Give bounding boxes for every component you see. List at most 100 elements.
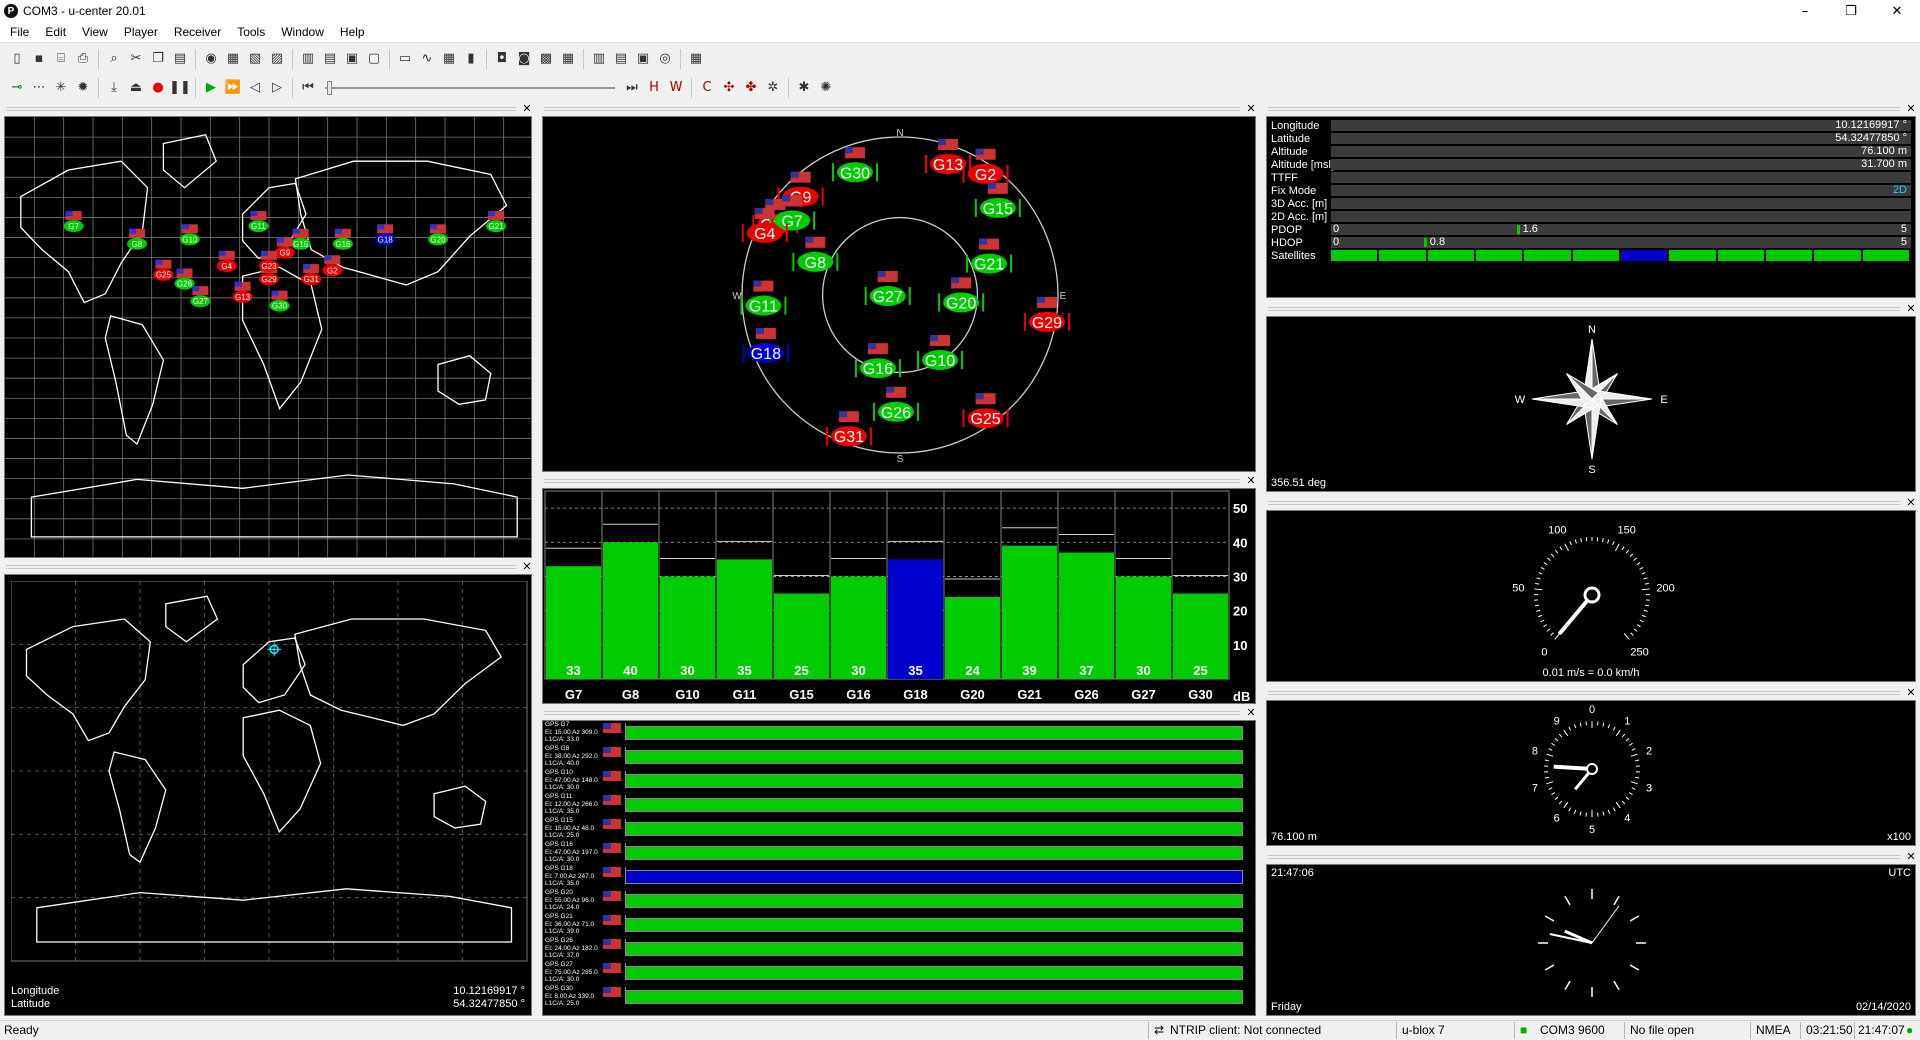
camera-icon[interactable]: ◘	[491, 48, 513, 70]
data-label: Fix Mode	[1271, 184, 1317, 197]
maximize-button[interactable]: ❐	[1828, 0, 1874, 22]
step-back-icon[interactable]: ⏮	[297, 77, 319, 99]
landmass-7	[36, 888, 513, 943]
sky-sat-G10: G10	[917, 335, 964, 371]
doc2-icon[interactable]: ▧	[244, 48, 266, 70]
close-icon[interactable]: ✕	[1904, 851, 1918, 862]
close-icon[interactable]: ✕	[520, 561, 534, 572]
sky-view[interactable]: NESWG30G13G2G9G23G7G4G15G8G21G27G20G11G2…	[542, 116, 1256, 472]
layout3-icon[interactable]: ▣	[341, 48, 363, 70]
menu-edit[interactable]: Edit	[37, 25, 74, 39]
chart-icon[interactable]: ▭	[394, 48, 416, 70]
msg5-icon[interactable]: ▤	[610, 48, 632, 70]
flag-icon	[603, 867, 621, 877]
speed-tick	[1639, 566, 1644, 570]
layout2-icon[interactable]: ▤	[319, 48, 341, 70]
msg3-icon[interactable]: ▦	[557, 48, 579, 70]
rec-icon[interactable]: ●	[147, 77, 169, 99]
msg4-icon[interactable]: ▥	[588, 48, 610, 70]
back-icon[interactable]: ◁	[244, 77, 266, 99]
speed-tick	[1641, 572, 1646, 575]
autobaud-icon[interactable]: ✳	[50, 77, 72, 99]
world-map-view[interactable]: G7 G8 G10 G11 G15 G16 G18 G20 G21 G26 G27 G29 G30 G31…	[4, 116, 532, 558]
msg1-icon[interactable]: ◙	[513, 48, 535, 70]
open-icon[interactable]: ⌸	[50, 48, 72, 70]
h-icon[interactable]: H	[643, 77, 665, 99]
landmass-2	[165, 595, 219, 643]
c-icon[interactable]: C	[696, 77, 718, 99]
world-map-view[interactable]: Longitude 10.12169917 ° Latitude 54.3247…	[4, 574, 532, 1016]
playback-slider[interactable]	[325, 78, 615, 98]
speed-tick	[1546, 557, 1551, 561]
close-window-button[interactable]: ✕	[1874, 0, 1920, 22]
cfg1-icon[interactable]: ✲	[762, 77, 784, 99]
close-icon[interactable]: ✕	[1244, 707, 1258, 718]
new-icon[interactable]: ▯	[6, 48, 28, 70]
doc3-icon[interactable]: ▨	[266, 48, 288, 70]
speed-tick	[1559, 546, 1563, 551]
close-icon[interactable]: ✕	[1904, 687, 1918, 698]
menu-help[interactable]: Help	[332, 25, 373, 39]
layout1-icon[interactable]: ▥	[297, 48, 319, 70]
copy-icon[interactable]: ❐	[147, 48, 169, 70]
pause-icon[interactable]: ❚❚	[169, 77, 191, 99]
cfg3-icon[interactable]: ✺	[815, 77, 837, 99]
settings-icon[interactable]: ✹	[72, 77, 94, 99]
alt-tick	[1635, 776, 1640, 779]
bar-category-label: G11	[733, 687, 757, 702]
close-icon[interactable]: ✕	[1904, 303, 1918, 314]
alt-tick	[1607, 809, 1611, 814]
end-icon[interactable]: ⏭	[621, 77, 643, 99]
close-icon[interactable]: ✕	[1244, 475, 1258, 486]
gnss2-icon[interactable]: ✤	[740, 77, 762, 99]
msg7-icon[interactable]: ◎	[654, 48, 676, 70]
menu-file[interactable]: File	[2, 25, 37, 39]
download-icon[interactable]: ⤓	[103, 77, 125, 99]
menu-receiver[interactable]: Receiver	[166, 25, 229, 39]
clock-tick	[1564, 980, 1571, 991]
sat-name: GPS G27	[545, 961, 573, 968]
menu-tools[interactable]: Tools	[229, 25, 273, 39]
gnss1-icon[interactable]: ✣	[718, 77, 740, 99]
msg6-icon[interactable]: ▣	[632, 48, 654, 70]
close-icon[interactable]: ✕	[1244, 103, 1258, 114]
layout4-icon[interactable]: ▢	[363, 48, 385, 70]
doc1-icon[interactable]: ▦	[222, 48, 244, 70]
play-icon[interactable]: ▶	[200, 77, 222, 99]
sky-sat-label: G29	[1032, 315, 1062, 332]
minimize-button[interactable]: –	[1782, 0, 1828, 22]
speed-tick-label: 150	[1618, 525, 1636, 537]
close-icon[interactable]: ✕	[1904, 103, 1918, 114]
close-icon[interactable]: ✕	[520, 103, 534, 114]
sat-marker-G15: G15	[290, 228, 311, 250]
paste-icon[interactable]: ▤	[169, 48, 191, 70]
table-icon[interactable]: ▦	[438, 48, 460, 70]
msg2-icon[interactable]: ▩	[535, 48, 557, 70]
sat-elaz: El: 47.00 Az 197.0	[545, 848, 598, 856]
graph-icon[interactable]: ∿	[416, 48, 438, 70]
close-icon[interactable]: ✕	[1904, 497, 1918, 508]
msg8-icon[interactable]: ▦	[685, 48, 707, 70]
eject-icon[interactable]: ⏏	[125, 77, 147, 99]
sat-label: G23	[261, 262, 277, 271]
step-fwd-icon[interactable]: ▷	[266, 77, 288, 99]
ntrip-status[interactable]: NTRIP client: Not connected	[1170, 1023, 1321, 1037]
cfg2-icon[interactable]: ✱	[793, 77, 815, 99]
signal-icon[interactable]: ▮	[460, 48, 482, 70]
preview-icon[interactable]: ⌕	[103, 48, 125, 70]
sky-sat-G31: G31	[825, 411, 872, 447]
print-icon[interactable]: ⎙	[72, 48, 94, 70]
alt-tick	[1579, 811, 1582, 816]
menu-player[interactable]: Player	[116, 25, 166, 39]
connect-icon[interactable]: ⊸	[6, 77, 28, 99]
menu-view[interactable]: View	[74, 25, 116, 39]
save-icon[interactable]: ▪	[28, 48, 50, 70]
fast-icon[interactable]: ⏩	[222, 77, 244, 99]
record-icon[interactable]: ◉	[200, 48, 222, 70]
alt-tick	[1563, 729, 1569, 737]
menu-window[interactable]: Window	[273, 25, 332, 39]
baud-icon[interactable]: ⋯	[28, 77, 50, 99]
alt-tick	[1554, 738, 1559, 742]
cut-icon[interactable]: ✂	[125, 48, 147, 70]
w-icon[interactable]: W	[665, 77, 687, 99]
